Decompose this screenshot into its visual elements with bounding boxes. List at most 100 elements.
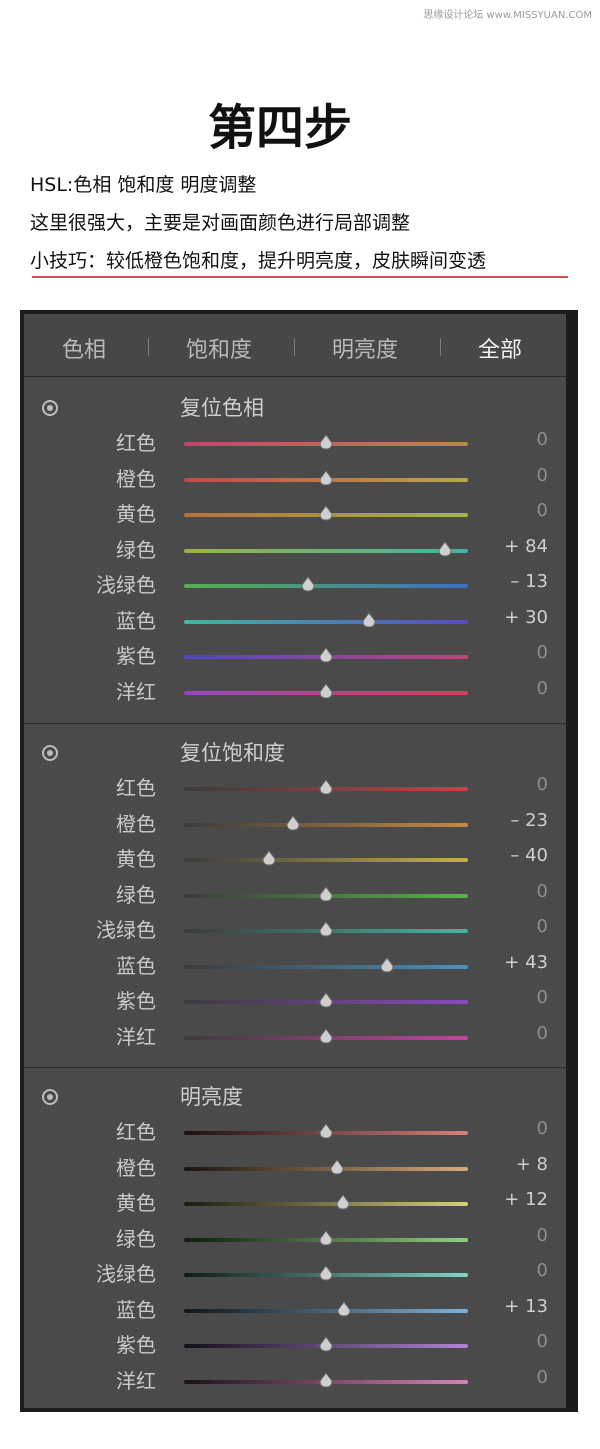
slider-thumb[interactable] [318,779,334,795]
slider-value[interactable]: 0 [537,1367,548,1388]
slider-row: 蓝色 + 30 [24,602,566,638]
intro-line-hsl: HSL:色相 饱和度 明度调整 [30,174,257,196]
tab-saturation[interactable]: 饱和度 [186,332,252,364]
slider-thumb[interactable] [318,505,334,521]
slider-value[interactable]: 0 [537,1331,548,1352]
slider-track[interactable] [184,1308,468,1313]
slider-value[interactable]: 0 [537,881,548,902]
slider-thumb[interactable] [318,1123,334,1139]
section-reset-title[interactable]: 复位饱和度 [180,737,285,767]
slider-label: 洋红 [116,1368,156,1393]
slider-thumb[interactable] [379,956,395,973]
intro-line-tip: 小技巧：较低橙色饱和度，提升明亮度，皮肤瞬间变透 [30,250,487,272]
tab-all[interactable]: 全部 [478,332,522,364]
slider-value[interactable]: + 13 [504,1296,548,1317]
slider-row: 绿色 + 84 [24,531,566,567]
slider-track[interactable] [184,1166,468,1171]
slider-thumb[interactable] [318,682,334,699]
slider-value[interactable]: 0 [537,642,548,663]
slider-row: 橙色 0 [24,460,566,496]
slider-value[interactable]: 0 [537,678,548,699]
slider-label: 蓝色 [116,953,156,978]
slider-value[interactable]: 0 [537,774,548,795]
slider-value[interactable]: 0 [537,429,548,450]
section-reset-title[interactable]: 复位色相 [180,392,264,422]
slider-thumb[interactable] [318,1229,334,1246]
slider-thumb[interactable] [318,647,334,663]
slider-row: 红色 0 [24,769,566,805]
slider-label: 红色 [116,1120,156,1144]
slider-thumb[interactable] [318,921,334,937]
slider-row: 绿色 0 [24,1220,566,1256]
slider-thumb[interactable] [300,576,316,592]
slider-track[interactable] [184,584,468,588]
slider-value[interactable]: – 40 [510,845,548,866]
slider-label: 橙色 [116,466,156,491]
slider-row: 紫色 0 [24,637,566,673]
target-adjust-icon[interactable] [42,400,58,416]
slider-label: 绿色 [116,882,156,907]
slider-value[interactable]: 0 [537,987,548,1008]
slider-row: 红色 0 [24,1113,566,1149]
slider-value[interactable]: + 30 [504,607,548,628]
slider-thumb[interactable] [318,885,334,902]
slider-thumb[interactable] [335,1194,351,1210]
slider-row: 紫色 0 [24,982,566,1018]
slider-thumb[interactable] [318,992,334,1008]
slider-track[interactable] [184,619,468,624]
slider-value[interactable]: + 12 [504,1189,548,1210]
slider-thumb[interactable] [437,540,453,557]
section-reset-title[interactable]: 明亮度 [180,1081,243,1111]
slider-value[interactable]: + 8 [516,1154,548,1175]
slider-value[interactable]: + 43 [504,952,548,973]
target-adjust-icon[interactable] [42,1089,58,1105]
slider-thumb[interactable] [261,850,277,866]
slider-label: 紫色 [116,644,156,668]
slider-thumb[interactable] [318,1336,334,1352]
section-divider [24,1067,566,1068]
slider-label: 红色 [116,431,156,455]
slider-track[interactable] [184,822,468,827]
slider-value[interactable]: 0 [537,916,548,937]
slider-thumb[interactable] [285,814,301,831]
slider-value[interactable]: 0 [537,1023,548,1044]
slider-value[interactable]: 0 [537,465,548,486]
tip-underline [32,276,568,278]
tab-hue[interactable]: 色相 [62,332,106,364]
slider-thumb[interactable] [336,1300,352,1317]
slider-row: 洋红 0 [24,1018,566,1054]
slider-label: 蓝色 [116,1297,156,1322]
slider-thumb[interactable] [318,1265,334,1281]
slider-label: 黄色 [116,502,156,526]
slider-value[interactable]: 0 [537,1118,548,1139]
slider-row: 橙色 + 8 [24,1149,566,1185]
slider-row: 浅绿色 0 [24,911,566,947]
slider-value[interactable]: 0 [537,1225,548,1246]
hsl-panel: 色相 饱和度 明亮度 全部 复位色相 红色 0 橙色 0 黄色 0 绿色 + 84 浅绿色 – 13… [20,310,578,1412]
slider-thumb[interactable] [318,434,334,450]
slider-track[interactable] [184,1202,468,1206]
slider-thumb[interactable] [318,1371,334,1388]
slider-label: 洋红 [116,1024,156,1049]
slider-track[interactable] [184,858,468,862]
slider-row: 黄色 0 [24,495,566,531]
slider-track[interactable] [184,548,468,553]
slider-value[interactable]: 0 [537,1260,548,1281]
slider-label: 浅绿色 [96,573,156,597]
slider-value[interactable]: 0 [537,500,548,521]
slider-thumb[interactable] [361,611,377,628]
slider-thumb[interactable] [318,469,334,486]
slider-row: 橙色 – 23 [24,805,566,841]
slider-label: 绿色 [116,1226,156,1251]
slider-value[interactable]: + 84 [504,536,548,557]
slider-thumb[interactable] [329,1158,345,1175]
slider-thumb[interactable] [318,1027,334,1044]
slider-value[interactable]: – 13 [510,571,548,592]
slider-track[interactable] [184,964,468,969]
slider-label: 黄色 [116,847,156,871]
slider-value[interactable]: – 23 [510,810,548,831]
tab-luminance[interactable]: 明亮度 [332,332,398,364]
slider-label: 浅绿色 [96,1262,156,1286]
tab-separator [148,338,149,356]
target-adjust-icon[interactable] [42,745,58,761]
